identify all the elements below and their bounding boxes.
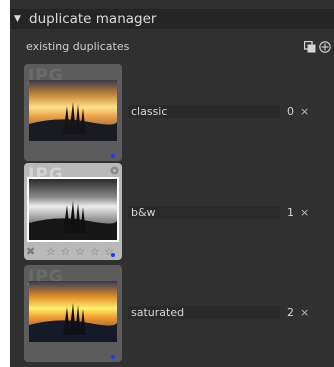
altered-icon (110, 166, 119, 175)
star-icon[interactable]: ☆ (89, 246, 100, 258)
module-header[interactable]: ▼ duplicate manager (10, 9, 334, 29)
duplicate-manager-panel: ▼ duplicate manager existing duplicates … (10, 0, 334, 367)
delete-duplicate-button[interactable]: × (300, 306, 309, 319)
star-rating[interactable]: ✖ ☆ ☆ ☆ ☆ ☆ (26, 246, 115, 258)
version-number: 1 (287, 206, 294, 219)
version-number: 2 (287, 306, 294, 319)
thumbnail-image (29, 80, 117, 141)
add-icon[interactable] (319, 41, 331, 53)
duplicate-thumbnail[interactable]: JPG (24, 64, 122, 161)
collapse-arrow-icon[interactable]: ▼ (14, 9, 21, 29)
reject-icon[interactable]: ✖ (26, 246, 36, 258)
module-title: duplicate manager (29, 11, 157, 27)
duplicate-name-field[interactable]: classic (128, 105, 280, 118)
duplicate-thumbnail[interactable]: JPG (24, 265, 122, 362)
thumbnail-image (27, 177, 119, 242)
delete-duplicate-button[interactable]: × (300, 206, 309, 219)
thumbnail-image (29, 281, 117, 342)
duplicate-name-field[interactable]: saturated (128, 306, 280, 319)
star-icon[interactable]: ☆ (60, 246, 71, 258)
section-label: existing duplicates (26, 40, 130, 53)
duplicate-name-field[interactable]: b&w (128, 206, 280, 219)
version-number: 0 (287, 105, 294, 118)
duplicate-thumbnail[interactable]: JPG ✖ ☆ ☆ ☆ ☆ ☆ (24, 163, 122, 260)
delete-duplicate-button[interactable]: × (300, 105, 309, 118)
star-icon[interactable]: ☆ (46, 246, 57, 258)
copy-icon[interactable] (304, 41, 316, 53)
color-label-dot (111, 154, 115, 158)
star-icon[interactable]: ☆ (75, 246, 86, 258)
color-label-dot (111, 253, 115, 257)
color-label-dot (111, 355, 115, 359)
